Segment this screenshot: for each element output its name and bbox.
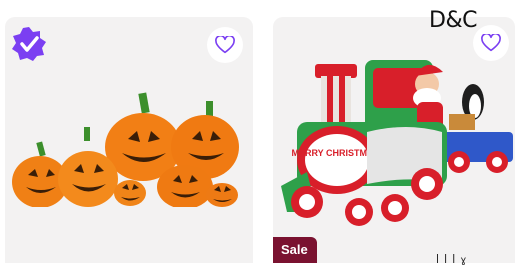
verified-check-icon: [12, 27, 46, 61]
christmas-train-product-image: MERRY CHRISTMAS!: [281, 60, 513, 226]
corner-text-fragment: ꟾ ꟾ ꟾ ɣ: [436, 255, 468, 266]
heart-outline-icon: [481, 34, 501, 52]
product-card-christmas-train[interactable]: MERRY CHRISTMAS! Sale: [273, 17, 515, 263]
favorite-button[interactable]: [207, 27, 243, 63]
brand-label: D&C: [429, 8, 477, 33]
product-card-pumpkins[interactable]: [5, 17, 253, 263]
sale-badge: Sale: [273, 237, 317, 263]
heart-outline-icon: [215, 36, 235, 54]
pumpkins-product-image: [12, 92, 239, 207]
